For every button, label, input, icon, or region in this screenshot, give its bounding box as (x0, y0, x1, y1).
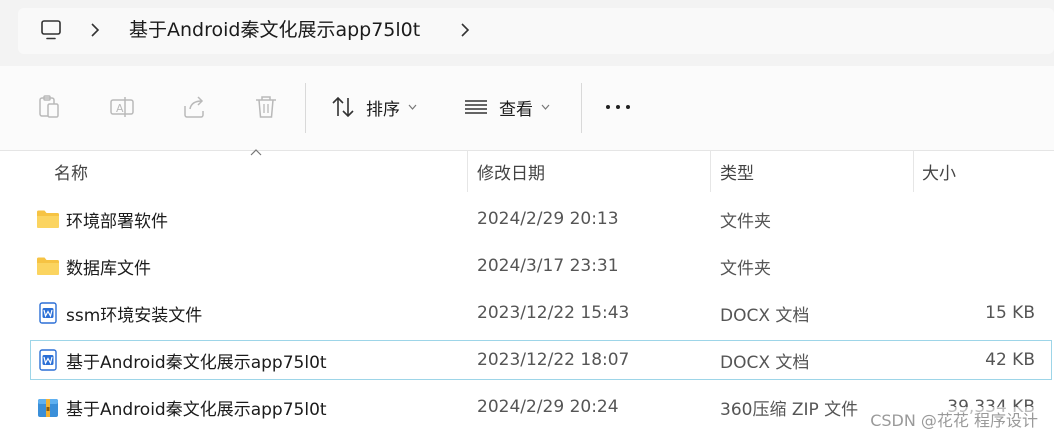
breadcrumb-current-folder[interactable]: 基于Android秦文化展示app75l0t (129, 17, 420, 43)
file-name: ssm环境安装文件 (66, 305, 203, 326)
file-date: 2023/12/22 15:43 (477, 303, 630, 323)
folder-icon (37, 210, 59, 228)
file-type: DOCX 文档 (720, 352, 810, 373)
file-type: 文件夹 (720, 211, 771, 232)
file-name: 环境部署软件 (66, 211, 168, 232)
rename-icon[interactable]: A (108, 93, 136, 121)
chevron-right-icon[interactable] (90, 22, 100, 38)
delete-icon[interactable] (252, 93, 280, 121)
file-row[interactable]: 环境部署软件 2024/2/29 20:13 文件夹 (30, 199, 1052, 239)
sort-button[interactable]: 排序 (330, 93, 417, 121)
share-icon[interactable] (180, 93, 208, 121)
file-date: 2024/3/17 23:31 (477, 256, 619, 276)
file-date: 2024/2/29 20:24 (477, 397, 619, 417)
column-divider[interactable] (467, 150, 468, 192)
docx-icon (39, 302, 57, 324)
file-type: DOCX 文档 (720, 305, 810, 326)
file-row-selected[interactable]: 基于Android秦文化展示app75l0t 2023/12/22 18:07 … (30, 340, 1052, 380)
svg-text:A: A (116, 102, 124, 115)
column-divider[interactable] (913, 150, 914, 192)
paste-icon[interactable] (35, 93, 63, 121)
zip-archive-icon (38, 399, 58, 417)
command-separator (581, 83, 582, 133)
this-pc-icon[interactable] (40, 19, 62, 41)
chevron-down-icon (541, 104, 550, 110)
view-lines-icon (465, 100, 487, 114)
file-date: 2023/12/22 18:07 (477, 350, 630, 370)
sort-arrows-icon (332, 96, 354, 118)
file-row[interactable]: 数据库文件 2024/3/17 23:31 文件夹 (30, 246, 1052, 286)
chevron-down-icon (408, 104, 417, 110)
column-header-name[interactable]: 名称 (54, 150, 88, 192)
file-date: 2024/2/29 20:13 (477, 209, 619, 229)
file-size: 42 KB (985, 350, 1035, 370)
file-size: 15 KB (985, 303, 1035, 323)
file-row[interactable]: ssm环境安装文件 2023/12/22 15:43 DOCX 文档 15 KB (30, 293, 1052, 333)
file-name: 基于Android秦文化展示app75l0t (66, 399, 327, 420)
chevron-right-icon[interactable] (460, 22, 470, 38)
column-header-type[interactable]: 类型 (720, 150, 754, 192)
column-header-date-modified[interactable]: 修改日期 (477, 150, 545, 192)
sort-button-label: 排序 (366, 99, 400, 120)
view-button[interactable]: 查看 (463, 93, 550, 121)
view-button-label: 查看 (499, 99, 533, 120)
file-type: 文件夹 (720, 258, 771, 279)
sort-ascending-caret-icon (250, 149, 262, 156)
file-name: 数据库文件 (66, 258, 151, 279)
column-divider[interactable] (710, 150, 711, 192)
command-separator (305, 83, 306, 133)
column-header-size[interactable]: 大小 (922, 150, 956, 192)
watermark: CSDN @花花 程序设计 (870, 407, 1038, 431)
more-options-icon[interactable] (604, 93, 632, 121)
file-type: 360压缩 ZIP 文件 (720, 399, 859, 420)
file-name: 基于Android秦文化展示app75l0t (66, 352, 327, 373)
folder-icon (37, 257, 59, 275)
docx-icon (39, 349, 57, 371)
